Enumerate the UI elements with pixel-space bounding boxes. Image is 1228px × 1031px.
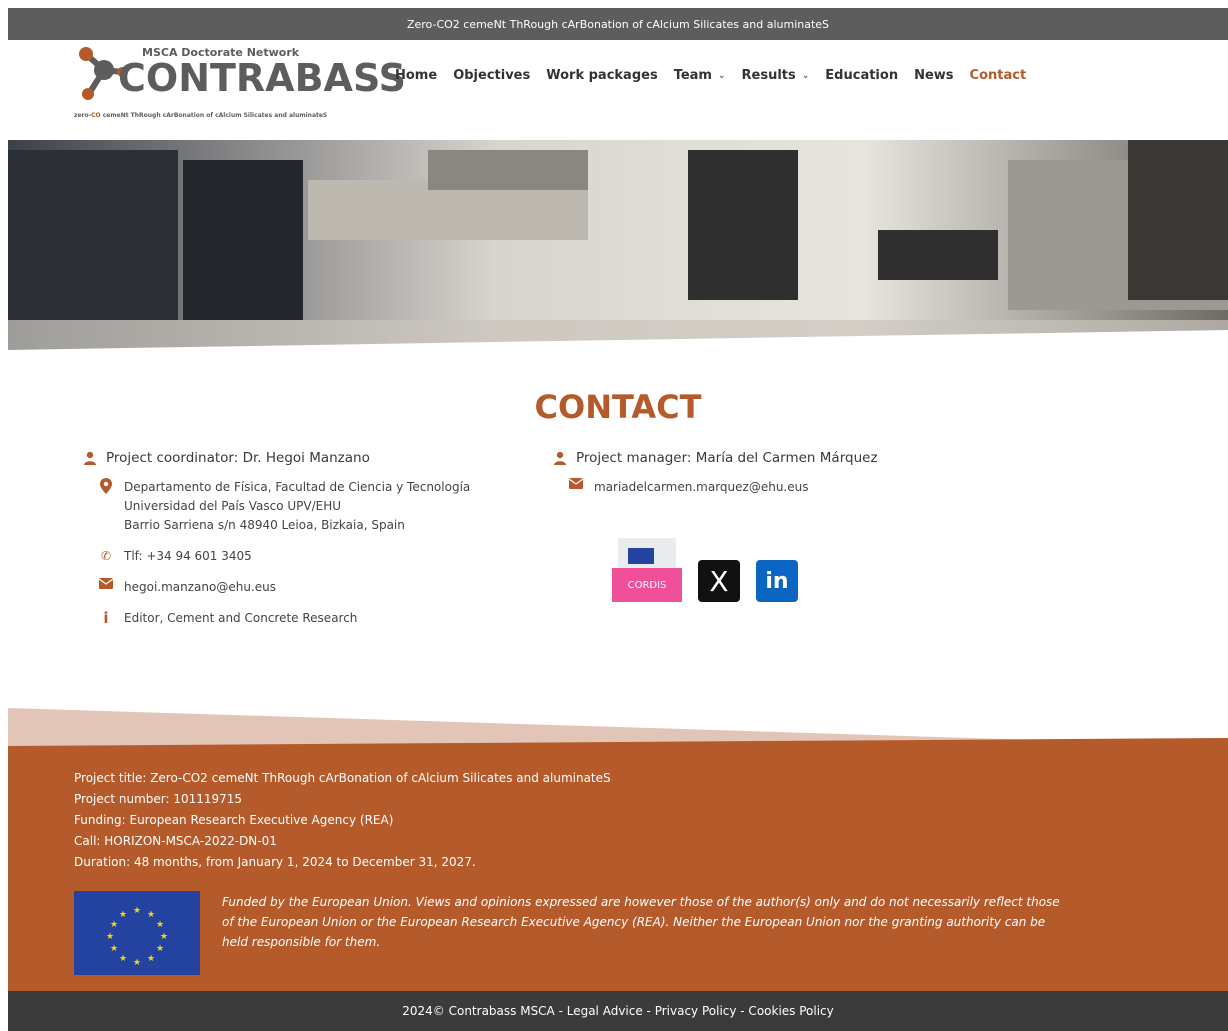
x-twitter-icon[interactable]: X: [698, 560, 740, 602]
cordis-link[interactable]: CORDIS: [612, 538, 682, 602]
map-pin-icon: [98, 478, 114, 494]
logo-subtitle-co: CO: [91, 112, 101, 119]
site-header: MSCA Doctorate Network CONTRABASS zero-C…: [8, 40, 1228, 140]
svg-text:★: ★: [119, 954, 127, 964]
nav-home-label: Home: [395, 68, 438, 83]
envelope-icon: [98, 578, 114, 589]
nav-results[interactable]: Results ⌄: [742, 68, 810, 83]
svg-text:★: ★: [147, 910, 155, 920]
logo-subtitle-prefix: zero-: [74, 112, 92, 119]
coordinator-card: Project coordinator: Dr. Hegoi Manzano D…: [82, 450, 542, 628]
manager-email: mariadelcarmen.marquez@ehu.eus: [568, 478, 972, 497]
eu-flag-icon: [628, 548, 654, 564]
hero-banner-image: [8, 140, 1228, 368]
nav-objectives-label: Objectives: [453, 68, 531, 83]
manager-email-link[interactable]: mariadelcarmen.marquez@ehu.eus: [594, 478, 808, 497]
chevron-down-icon: ⌄: [801, 70, 810, 81]
user-icon: [552, 451, 568, 465]
logo-wordmark: CONTRABASS: [118, 56, 406, 100]
address-line-2: Universidad del País Vasco UPV/EHU: [124, 499, 342, 513]
project-duration: Duration: 48 months, from January 1, 202…: [74, 855, 476, 869]
site-logo[interactable]: MSCA Doctorate Network CONTRABASS zero-C…: [74, 46, 406, 126]
linkedin-icon[interactable]: in: [756, 560, 798, 602]
manager-heading: Project manager: María del Carmen Márque…: [552, 450, 972, 466]
nav-education[interactable]: Education: [825, 68, 898, 83]
coordinator-email-link[interactable]: hegoi.manzano@ehu.eus: [124, 578, 276, 597]
coordinator-note: i Editor, Cement and Concrete Research: [98, 609, 542, 628]
nav-team[interactable]: Team ⌄: [674, 68, 726, 83]
svg-text:★: ★: [133, 906, 141, 916]
nav-news-label: News: [914, 68, 954, 83]
logo-subtitle: zero-CO cemeNt ThRough cArBonation of cA…: [74, 112, 327, 119]
phone-text[interactable]: Tlf: +34 94 601 3405: [124, 547, 252, 566]
top-banner: Zero-CO2 cemeNt ThRough cArBonation of c…: [8, 8, 1228, 40]
cordis-label: CORDIS: [612, 568, 682, 602]
svg-text:★: ★: [106, 932, 114, 942]
svg-text:★: ★: [160, 932, 168, 942]
manager-name: Project manager: María del Carmen Márque…: [576, 450, 878, 466]
main-nav: Home Objectives Work packages Team ⌄ Resu…: [395, 68, 1042, 83]
coordinator-name: Project coordinator: Dr. Hegoi Manzano: [106, 450, 370, 466]
chevron-down-icon: ⌄: [717, 70, 726, 81]
funding-disclaimer: Funded by the European Union. Views and …: [222, 895, 1060, 949]
address-line-1: Departamento de Física, Facultad de Cien…: [124, 480, 471, 494]
nav-objectives[interactable]: Objectives: [453, 68, 530, 83]
envelope-icon: [568, 478, 584, 489]
svg-text:★: ★: [110, 944, 118, 954]
phone-icon: ✆: [100, 549, 112, 563]
eu-flag-icon: ★ ★ ★ ★ ★ ★ ★ ★ ★ ★ ★ ★: [74, 891, 200, 975]
project-title: Project title: Zero-CO2 cemeNt ThRough c…: [74, 771, 611, 785]
project-info: Project title: Zero-CO2 cemeNt ThRough c…: [74, 768, 611, 873]
svg-text:★: ★: [156, 920, 164, 930]
linkedin-glyph: in: [765, 568, 789, 594]
social-links: CORDIS X in: [612, 538, 798, 602]
nav-contact-label: Contact: [969, 68, 1027, 83]
address-line-3: Barrio Sarriena s/n 48940 Leioa, Bizkaia…: [124, 518, 405, 532]
legal-links[interactable]: 2024© Contrabass MSCA - Legal Advice - P…: [402, 1004, 834, 1018]
nav-education-label: Education: [825, 68, 899, 83]
project-call: Call: HORIZON-MSCA-2022-DN-01: [74, 834, 277, 848]
coordinator-heading: Project coordinator: Dr. Hegoi Manzano: [82, 450, 542, 466]
project-number: Project number: 101119715: [74, 792, 243, 806]
coordinator-address: Departamento de Física, Facultad de Cien…: [98, 478, 542, 535]
note-text: Editor, Cement and Concrete Research: [124, 611, 358, 625]
svg-text:★: ★: [147, 954, 155, 964]
nav-team-label: Team: [673, 68, 712, 83]
user-icon: [82, 451, 98, 465]
nav-news[interactable]: News: [914, 68, 953, 83]
site-footer: Project title: Zero-CO2 cemeNt ThRough c…: [8, 746, 1228, 991]
page: Zero-CO2 cemeNt ThRough cArBonation of c…: [8, 8, 1228, 1031]
nav-results-label: Results: [741, 68, 796, 83]
coordinator-email: hegoi.manzano@ehu.eus: [98, 578, 542, 597]
svg-text:★: ★: [110, 920, 118, 930]
top-banner-text: Zero-CO2 cemeNt ThRough cArBonation of c…: [406, 17, 830, 31]
logo-subtitle-rest: cemeNt ThRough cArBonation of cAlcium Si…: [100, 112, 328, 119]
legal-footer: 2024© Contrabass MSCA - Legal Advice - P…: [8, 991, 1228, 1031]
nav-contact[interactable]: Contact: [970, 68, 1027, 83]
nav-work-packages[interactable]: Work packages: [546, 68, 657, 83]
manager-card: Project manager: María del Carmen Márque…: [552, 450, 972, 497]
nav-work-packages-label: Work packages: [546, 68, 658, 83]
project-funding: Funding: European Research Executive Age…: [74, 813, 394, 827]
info-icon: i: [103, 609, 109, 627]
svg-text:★: ★: [119, 910, 127, 920]
svg-text:★: ★: [156, 944, 164, 954]
x-glyph: X: [709, 564, 729, 598]
page-title: CONTACT: [534, 388, 702, 426]
coordinator-phone: ✆ Tlf: +34 94 601 3405: [98, 547, 542, 566]
nav-home[interactable]: Home: [395, 68, 437, 83]
svg-text:★: ★: [133, 958, 141, 968]
